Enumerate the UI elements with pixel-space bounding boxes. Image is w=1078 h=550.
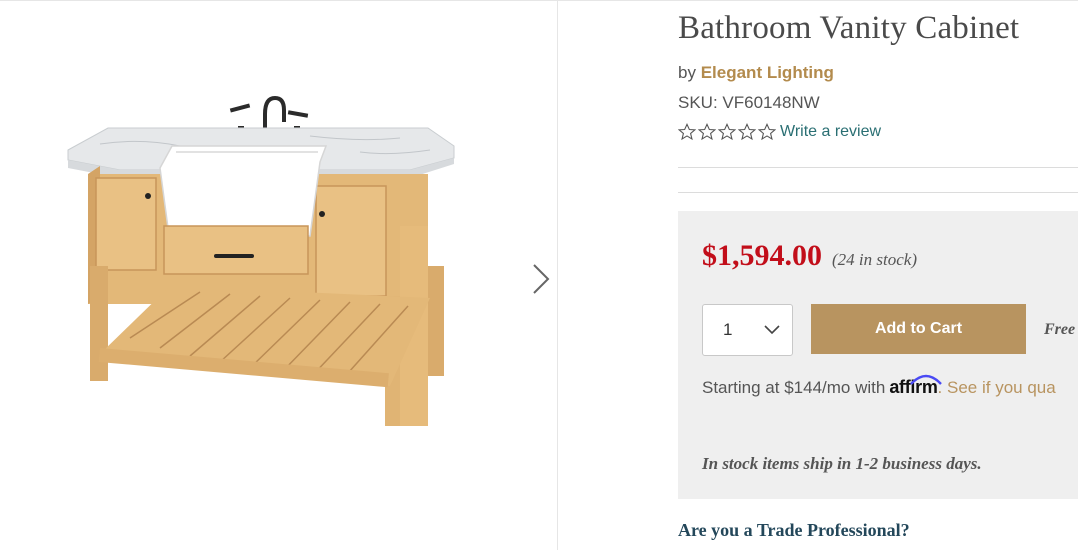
quantity-select[interactable]: 1 <box>702 304 793 356</box>
trade-professional-heading[interactable]: Are you a Trade Professional? <box>678 520 910 541</box>
affirm-arc-icon <box>910 374 943 385</box>
add-to-cart-button[interactable]: Add to Cart <box>811 304 1026 354</box>
star-empty-icon[interactable] <box>678 123 696 141</box>
sink-basin <box>159 145 328 237</box>
product-title: Bathroom Vanity Cabinet <box>678 10 1020 46</box>
product-gallery <box>0 1 557 550</box>
see-if-qualify-link[interactable]: . See if you qua <box>938 378 1056 398</box>
divider <box>678 192 1078 193</box>
product-info: Bathroom Vanity Cabinet by Elegant Light… <box>678 0 1078 550</box>
by-prefix: by <box>678 63 696 82</box>
brand-line: by Elegant Lighting <box>678 63 834 83</box>
star-empty-icon[interactable] <box>758 123 776 141</box>
affirm-logo: affirm <box>889 374 943 398</box>
sku: SKU: VF60148NW <box>678 93 820 112</box>
product-image[interactable] <box>60 86 470 436</box>
rating-stars[interactable] <box>678 123 778 141</box>
write-review-link[interactable]: Write a review <box>780 123 881 141</box>
divider <box>678 167 1078 168</box>
star-empty-icon[interactable] <box>718 123 736 141</box>
ship-note: In stock items ship in 1-2 business days… <box>702 454 982 473</box>
buy-box: $1,594.00 (24 in stock) 1 Add to Cart Fr… <box>678 211 1078 499</box>
price-row: $1,594.00 (24 in stock) <box>702 239 917 273</box>
chevron-right-icon[interactable] <box>526 259 554 299</box>
star-empty-icon[interactable] <box>738 123 756 141</box>
chevron-down-icon <box>764 325 780 335</box>
quantity-value: 1 <box>723 320 733 339</box>
panel-divider <box>557 0 558 550</box>
financing-text: Starting at $144/mo with <box>702 378 886 397</box>
star-empty-icon[interactable] <box>698 123 716 141</box>
stock-count: (24 in stock) <box>832 250 917 269</box>
brand-link[interactable]: Elegant Lighting <box>701 63 834 82</box>
price: $1,594.00 <box>702 239 822 272</box>
rating-row: Write a review <box>678 121 881 143</box>
financing-line: Starting at $144/mo with affirm . See if… <box>702 374 1056 398</box>
free-shipping-text: Free <box>1044 321 1076 338</box>
